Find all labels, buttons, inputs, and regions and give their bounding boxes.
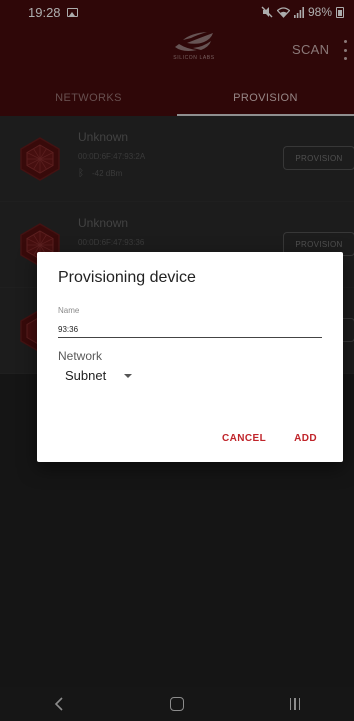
system-nav-bar	[0, 687, 354, 721]
provisioning-dialog: Provisioning device Name Network Subnet …	[37, 252, 343, 462]
dialog-title: Provisioning device	[58, 269, 196, 286]
home-icon[interactable]	[157, 687, 197, 721]
name-field[interactable]	[58, 322, 322, 338]
cancel-button[interactable]: CANCEL	[222, 433, 266, 444]
add-button[interactable]: ADD	[294, 433, 317, 444]
recents-icon[interactable]	[275, 687, 315, 721]
back-icon[interactable]	[39, 687, 79, 721]
network-select[interactable]: Subnet	[65, 368, 133, 383]
name-label: Name	[58, 306, 80, 315]
network-value: Subnet	[65, 368, 107, 383]
dialog-actions: CANCEL ADD	[222, 433, 317, 444]
dropdown-caret-icon	[124, 373, 133, 378]
network-label: Network	[58, 349, 103, 363]
